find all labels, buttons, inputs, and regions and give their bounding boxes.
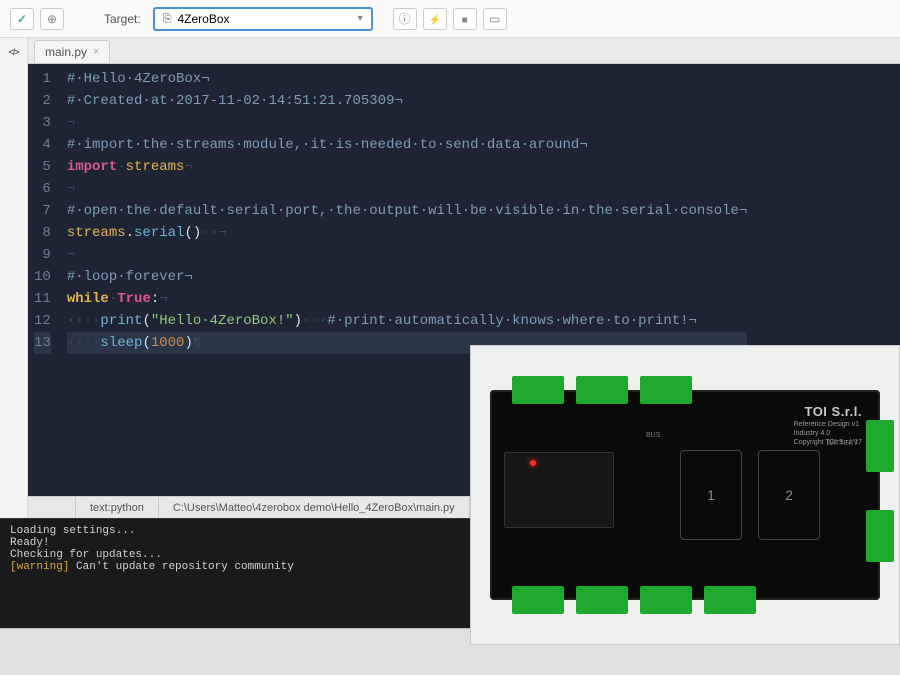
battery-label: BATTERY: [826, 440, 858, 447]
tab-bar: main.py ×: [28, 38, 900, 64]
stop-icon: [462, 12, 468, 26]
close-icon[interactable]: ×: [93, 46, 99, 58]
chevron-down-icon: ▾: [358, 13, 363, 24]
plus-icon: [47, 12, 57, 26]
board-brand: TOI S.r.l.: [804, 404, 862, 419]
stop-button[interactable]: [453, 8, 477, 30]
new-button[interactable]: [40, 8, 64, 30]
slot-1: 1: [680, 450, 742, 540]
slot-2: 2: [758, 450, 820, 540]
tab-label: main.py: [45, 45, 87, 59]
status-empty: [28, 497, 76, 518]
tab-main-py[interactable]: main.py ×: [34, 40, 110, 63]
console-button[interactable]: [483, 8, 507, 30]
target-select[interactable]: 4ZeroBox ▾: [153, 7, 373, 31]
code-content[interactable]: #·Hello·4ZeroBox¬#·Created·at·2017-11-02…: [61, 64, 748, 358]
usb-icon: [163, 11, 172, 26]
check-icon: [17, 12, 27, 26]
bus-label: BUS: [646, 432, 660, 439]
status-path: C:\Users\Matteo\4zerobox demo\Hello_4Zer…: [159, 497, 470, 518]
bolt-icon: [428, 12, 440, 26]
line-numbers: 12345678910111213: [28, 64, 61, 358]
status-lang: text:python: [76, 497, 159, 518]
board-photo: 1 2 TOI S.r.l. Reference Design v1 Indus…: [470, 345, 900, 645]
left-gutter: [0, 38, 28, 588]
code-view-button[interactable]: [3, 40, 25, 62]
code-icon: [8, 44, 18, 58]
screen-icon: [489, 12, 500, 26]
info-icon: [399, 10, 411, 27]
info-button[interactable]: [393, 8, 417, 30]
upload-button[interactable]: [423, 8, 447, 30]
target-label: Target:: [104, 12, 141, 26]
main-toolbar: Target: 4ZeroBox ▾: [0, 0, 900, 38]
pcb-board: 1 2 TOI S.r.l. Reference Design v1 Indus…: [490, 390, 880, 600]
target-value: 4ZeroBox: [178, 12, 230, 26]
verify-button[interactable]: [10, 8, 34, 30]
